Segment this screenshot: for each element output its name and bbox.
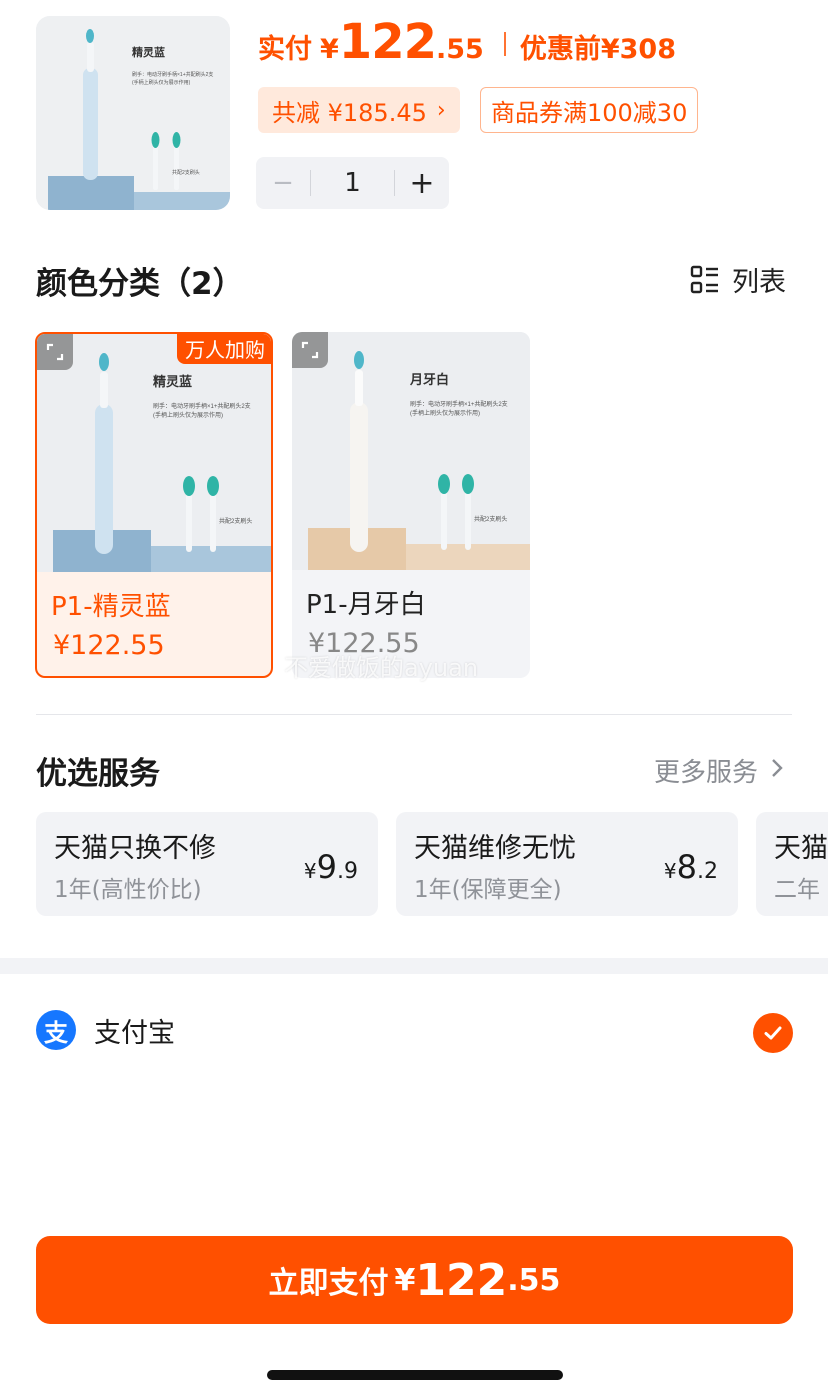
payment-method-label: 支付宝	[94, 1017, 175, 1049]
service-price: ¥8.2	[663, 848, 718, 886]
service-title: 天猫只换不修	[54, 833, 216, 864]
sku-image-white: 月牙白 刷手：电动牙刷手柄×1+共配刷头2支 (手柄上刷头仅为展示作用) 共配2…	[292, 332, 530, 570]
svg-text:共配2支刷头: 共配2支刷头	[219, 517, 252, 525]
original-price: ¥308	[600, 34, 676, 65]
quantity-stepper: − 1 +	[256, 157, 449, 209]
price-label: 实付	[258, 34, 312, 65]
color-section-title: 颜色分类（2）	[36, 266, 244, 302]
svg-text:刷手：电动牙刷手柄×1+共配刷头2支: 刷手：电动牙刷手柄×1+共配刷头2支	[153, 402, 251, 410]
service-subtitle: 1年(保障更全)	[414, 877, 562, 903]
sku-image-blue: 精灵蓝 刷手：电动牙刷手柄×1+共配刷头2支 (手柄上刷头仅为展示作用) 共配2…	[37, 334, 271, 572]
services-title: 优选服务	[36, 756, 160, 792]
service-subtitle: 二年	[774, 877, 820, 903]
sku-name: P1-月牙白	[306, 590, 426, 620]
home-indicator[interactable]	[267, 1370, 563, 1380]
sku-name: P1-精灵蓝	[51, 592, 171, 622]
discount-detail-tag[interactable]: 共减 ¥185.45 ›	[258, 87, 460, 133]
service-price: ¥9.9	[303, 848, 358, 886]
coupon-tag[interactable]: 商品券满100减30	[480, 87, 699, 133]
pay-button-label: 立即支付	[268, 1266, 389, 1301]
chevron-right-icon: ›	[436, 97, 446, 123]
section-separator-band	[0, 958, 828, 974]
payment-method-alipay[interactable]: 支 支付宝	[36, 1010, 175, 1050]
svg-text:共配2支刷头: 共配2支刷头	[172, 169, 200, 176]
price-separator	[503, 32, 506, 56]
pay-button-currency: ¥	[394, 1262, 416, 1298]
discount-text: 共减 ¥185.45	[272, 98, 427, 127]
increase-button[interactable]: +	[395, 166, 449, 201]
svg-text:刷手：电动牙刷手柄×1+共配刷头2支: 刷手：电动牙刷手柄×1+共配刷头2支	[132, 71, 213, 78]
service-card-partial[interactable]: 天猫 二年	[756, 812, 828, 916]
service-title: 天猫	[774, 833, 828, 864]
sku-price: ¥122.55	[53, 630, 165, 661]
sku-card-white[interactable]: 月牙白 刷手：电动牙刷手柄×1+共配刷头2支 (手柄上刷头仅为展示作用) 共配2…	[292, 332, 530, 678]
price-summary: 实付 ¥ 122 .55 优惠前 ¥308	[258, 14, 676, 74]
alipay-icon: 支	[36, 1010, 76, 1050]
price-integer: 122	[338, 14, 437, 70]
svg-text:(手柄上刷头仅为展示作用): (手柄上刷头仅为展示作用)	[132, 79, 191, 86]
svg-text:共配2支刷头: 共配2支刷头	[474, 515, 507, 523]
svg-text:(手柄上刷头仅为展示作用): (手柄上刷头仅为展示作用)	[153, 411, 223, 419]
list-view-toggle[interactable]: 列表	[690, 260, 786, 299]
list-view-label: 列表	[732, 267, 786, 298]
product-thumbnail[interactable]: 精灵蓝 刷手：电动牙刷手柄×1+共配刷头2支 (手柄上刷头仅为展示作用) 共配2…	[36, 16, 230, 210]
expand-icon[interactable]	[37, 334, 73, 370]
hot-badge: 万人加购	[177, 334, 271, 364]
decrease-button[interactable]: −	[256, 168, 310, 198]
service-title: 天猫维修无忧	[414, 833, 576, 864]
thumb-variant-name: 精灵蓝	[132, 45, 165, 59]
svg-text:精灵蓝: 精灵蓝	[153, 374, 192, 389]
toothbrush-image-blue: 精灵蓝 刷手：电动牙刷手柄×1+共配刷头2支 (手柄上刷头仅为展示作用) 共配2…	[36, 16, 230, 210]
svg-text:月牙白: 月牙白	[409, 372, 449, 387]
pay-button-amount-dec: .55	[507, 1262, 561, 1298]
check-icon[interactable]	[753, 1013, 793, 1053]
sku-card-blue[interactable]: 精灵蓝 刷手：电动牙刷手柄×1+共配刷头2支 (手柄上刷头仅为展示作用) 共配2…	[35, 332, 273, 678]
svg-text:刷手：电动牙刷手柄×1+共配刷头2支: 刷手：电动牙刷手柄×1+共配刷头2支	[410, 400, 508, 408]
list-view-icon	[690, 265, 718, 293]
price-currency: ¥	[320, 34, 339, 65]
coupon-text: 商品券满100减30	[491, 98, 688, 127]
pay-now-button[interactable]: 立即支付 ¥ 122 .55	[36, 1236, 793, 1324]
service-subtitle: 1年(高性价比)	[54, 877, 202, 903]
watermark: 不爱做饭的ayuan	[284, 654, 479, 682]
service-card[interactable]: 天猫只换不修 1年(高性价比) ¥9.9	[36, 812, 378, 916]
more-services-label: 更多服务	[653, 758, 758, 788]
service-card[interactable]: 天猫维修无忧 1年(保障更全) ¥8.2	[396, 812, 738, 916]
original-price-label: 优惠前	[519, 34, 601, 65]
chevron-right-icon	[770, 756, 784, 786]
svg-text:(手柄上刷头仅为展示作用): (手柄上刷头仅为展示作用)	[410, 409, 480, 417]
more-services-link[interactable]: 更多服务	[654, 752, 784, 789]
expand-icon[interactable]	[292, 332, 328, 368]
quantity-value[interactable]: 1	[311, 168, 394, 198]
pay-button-amount-int: 122	[415, 1254, 508, 1306]
price-decimal: .55	[436, 34, 484, 65]
section-divider	[36, 714, 792, 715]
